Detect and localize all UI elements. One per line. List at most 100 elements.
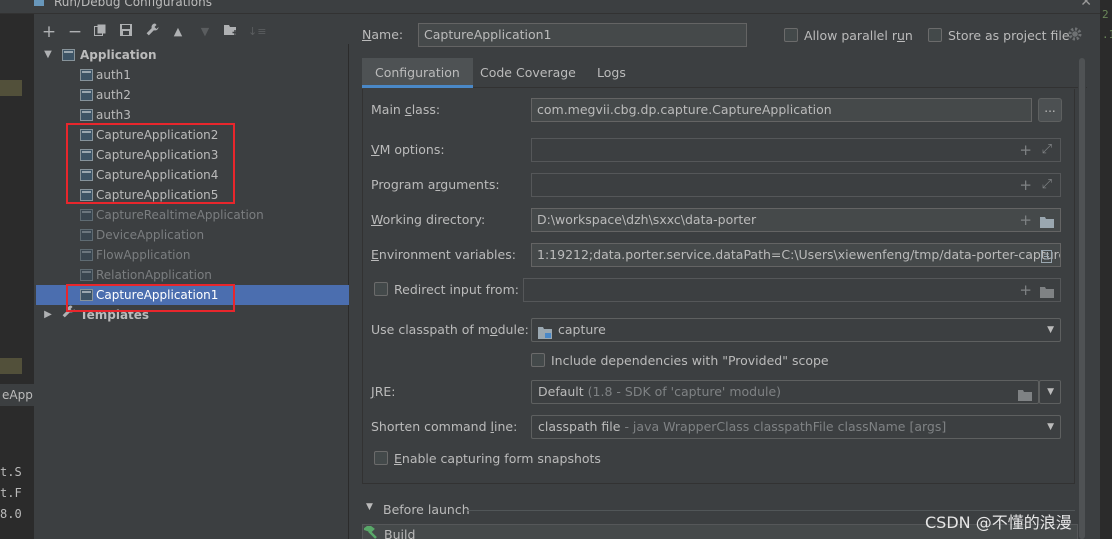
program-arguments-input[interactable]: + ⤢	[531, 173, 1061, 197]
shorten-command-line-select[interactable]: classpath file - java WrapperClass class…	[531, 415, 1061, 439]
add-icon[interactable]: +	[1019, 174, 1032, 196]
environment-variables-label: Environment variables:	[371, 247, 516, 262]
application-icon	[62, 49, 75, 61]
build-task-label[interactable]: Build	[384, 527, 415, 539]
highlight-box	[66, 284, 235, 312]
chevron-down-icon[interactable]: ▼	[366, 502, 373, 512]
wrench-icon[interactable]	[143, 22, 161, 42]
expand-icon[interactable]: ⤢	[1042, 139, 1052, 161]
new-folder-icon[interactable]	[222, 22, 240, 42]
copy-icon[interactable]	[91, 22, 109, 42]
before-launch-label: Before launch	[383, 502, 470, 517]
store-as-project-file-checkbox[interactable]	[928, 28, 942, 42]
program-arguments-label: Program arguments:	[371, 177, 500, 192]
vm-options-label: VM options:	[371, 142, 445, 157]
include-dependencies-label: Include dependencies with "Provided" sco…	[551, 353, 829, 368]
remove-icon[interactable]: −	[66, 22, 84, 42]
chevron-down-icon[interactable]: ▼	[1047, 416, 1054, 438]
move-down-icon[interactable]: ▼	[196, 22, 214, 42]
tree-item[interactable]: RelationApplication	[36, 265, 349, 285]
build-hammer-icon	[362, 524, 378, 539]
allow-parallel-run-checkbox[interactable]	[784, 28, 798, 42]
tree-root-application[interactable]: ▼ Application	[36, 45, 349, 65]
add-icon[interactable]: +	[1019, 139, 1032, 161]
tree-root-label: Application	[80, 48, 157, 62]
folder-icon[interactable]	[1040, 214, 1054, 231]
name-label: Name:	[362, 27, 404, 42]
console-line: 8.0	[0, 507, 22, 521]
classpath-module-label: Use classpath of module:	[371, 322, 529, 337]
application-icon	[80, 209, 93, 221]
application-icon	[80, 249, 93, 261]
tree-item[interactable]: auth2	[36, 85, 349, 105]
expand-icon[interactable]: ⤢	[1042, 174, 1052, 196]
include-dependencies-checkbox[interactable]	[531, 353, 545, 367]
application-icon	[80, 269, 93, 281]
redirect-input-checkbox[interactable]	[374, 282, 388, 296]
edit-list-icon[interactable]	[1041, 249, 1052, 266]
tree-item-label: auth1	[96, 68, 131, 82]
add-icon[interactable]: +	[1019, 279, 1032, 301]
editor-highlight-mark	[0, 80, 22, 96]
close-icon[interactable]: ✕	[1080, 0, 1092, 10]
add-icon[interactable]: +	[40, 22, 58, 42]
module-folder-icon	[538, 324, 552, 341]
tab-code-coverage[interactable]: Code Coverage	[467, 58, 589, 88]
tree-item[interactable]: DeviceApplication	[36, 225, 349, 245]
tab-configuration[interactable]: Configuration	[362, 58, 473, 88]
enable-capturing-snapshots-checkbox[interactable]	[374, 451, 388, 465]
dialog-title-bar: Run/Debug Configurations ✕	[0, 0, 1112, 14]
jre-dropdown-button[interactable]: ▼	[1039, 380, 1061, 404]
folder-icon[interactable]	[1018, 386, 1032, 403]
tree-item-label: FlowApplication	[96, 248, 191, 262]
chevron-down-icon[interactable]: ▼	[1047, 319, 1054, 341]
folder-icon[interactable]	[1040, 284, 1054, 301]
chevron-down-icon[interactable]: ▼	[1047, 381, 1054, 403]
tree-item[interactable]: FlowApplication	[36, 245, 349, 265]
console-line: t.F	[0, 486, 22, 500]
tree-toolbar: + − ▲ ▼ ↓≡	[36, 22, 348, 44]
add-icon[interactable]: +	[1019, 209, 1032, 231]
highlight-box	[66, 123, 235, 204]
editor-tab-fragment[interactable]: eApp	[0, 384, 34, 406]
enable-capturing-snapshots-label: Enable capturing form snapshots	[394, 451, 601, 466]
tree-item[interactable]: auth1	[36, 65, 349, 85]
sort-icon[interactable]: ↓≡	[248, 22, 266, 42]
tree-item-label: DeviceApplication	[96, 228, 205, 242]
jre-label: JRE:	[371, 384, 396, 399]
gear-icon[interactable]	[1068, 27, 1082, 44]
tree-item-label: auth2	[96, 88, 131, 102]
tab-logs[interactable]: Logs	[584, 58, 639, 88]
working-directory-input[interactable]: D:\workspace\dzh\sxxc\data-porter +	[531, 208, 1061, 232]
save-icon[interactable]	[117, 22, 135, 42]
editor-line-fragment: .1	[1102, 28, 1112, 41]
move-up-icon[interactable]: ▲	[169, 22, 187, 42]
application-icon	[80, 229, 93, 241]
app-icon	[34, 0, 44, 6]
redirect-input-label: Redirect input from:	[394, 282, 519, 297]
jre-select[interactable]: Default (1.8 - SDK of 'capture' module)	[531, 380, 1039, 404]
vertical-scrollbar[interactable]	[1078, 58, 1086, 539]
redirect-input-field[interactable]: +	[523, 278, 1061, 302]
editor-highlight-mark	[0, 358, 22, 374]
tree-item-label: CaptureRealtimeApplication	[96, 208, 264, 222]
shorten-command-line-label: Shorten command line:	[371, 419, 518, 434]
browse-main-class-button[interactable]: ...	[1038, 98, 1062, 122]
dialog-title: Run/Debug Configurations	[54, 0, 212, 9]
main-class-label: Main class:	[371, 102, 441, 117]
console-output-fragment: t.S t.F 8.0	[0, 462, 34, 525]
name-input[interactable]: CaptureApplication1	[418, 23, 747, 47]
main-class-input[interactable]: com.megvii.cbg.dp.capture.CaptureApplica…	[531, 98, 1032, 122]
chevron-down-icon[interactable]: ▼	[42, 45, 54, 65]
application-icon	[80, 69, 93, 81]
allow-parallel-run-label: Allow parallel run	[804, 28, 913, 43]
classpath-module-select[interactable]: capture ▼	[531, 318, 1061, 342]
environment-variables-input[interactable]: 1:19212;data.porter.service.dataPath=C:\…	[531, 243, 1061, 267]
tree-item[interactable]: auth3	[36, 105, 349, 125]
store-as-project-file-label: Store as project file	[948, 28, 1070, 43]
vm-options-input[interactable]: + ⤢	[531, 138, 1061, 162]
application-icon	[80, 109, 93, 121]
chevron-right-icon[interactable]: ▶	[42, 305, 54, 325]
tree-item[interactable]: CaptureRealtimeApplication	[36, 205, 349, 225]
application-icon	[80, 89, 93, 101]
